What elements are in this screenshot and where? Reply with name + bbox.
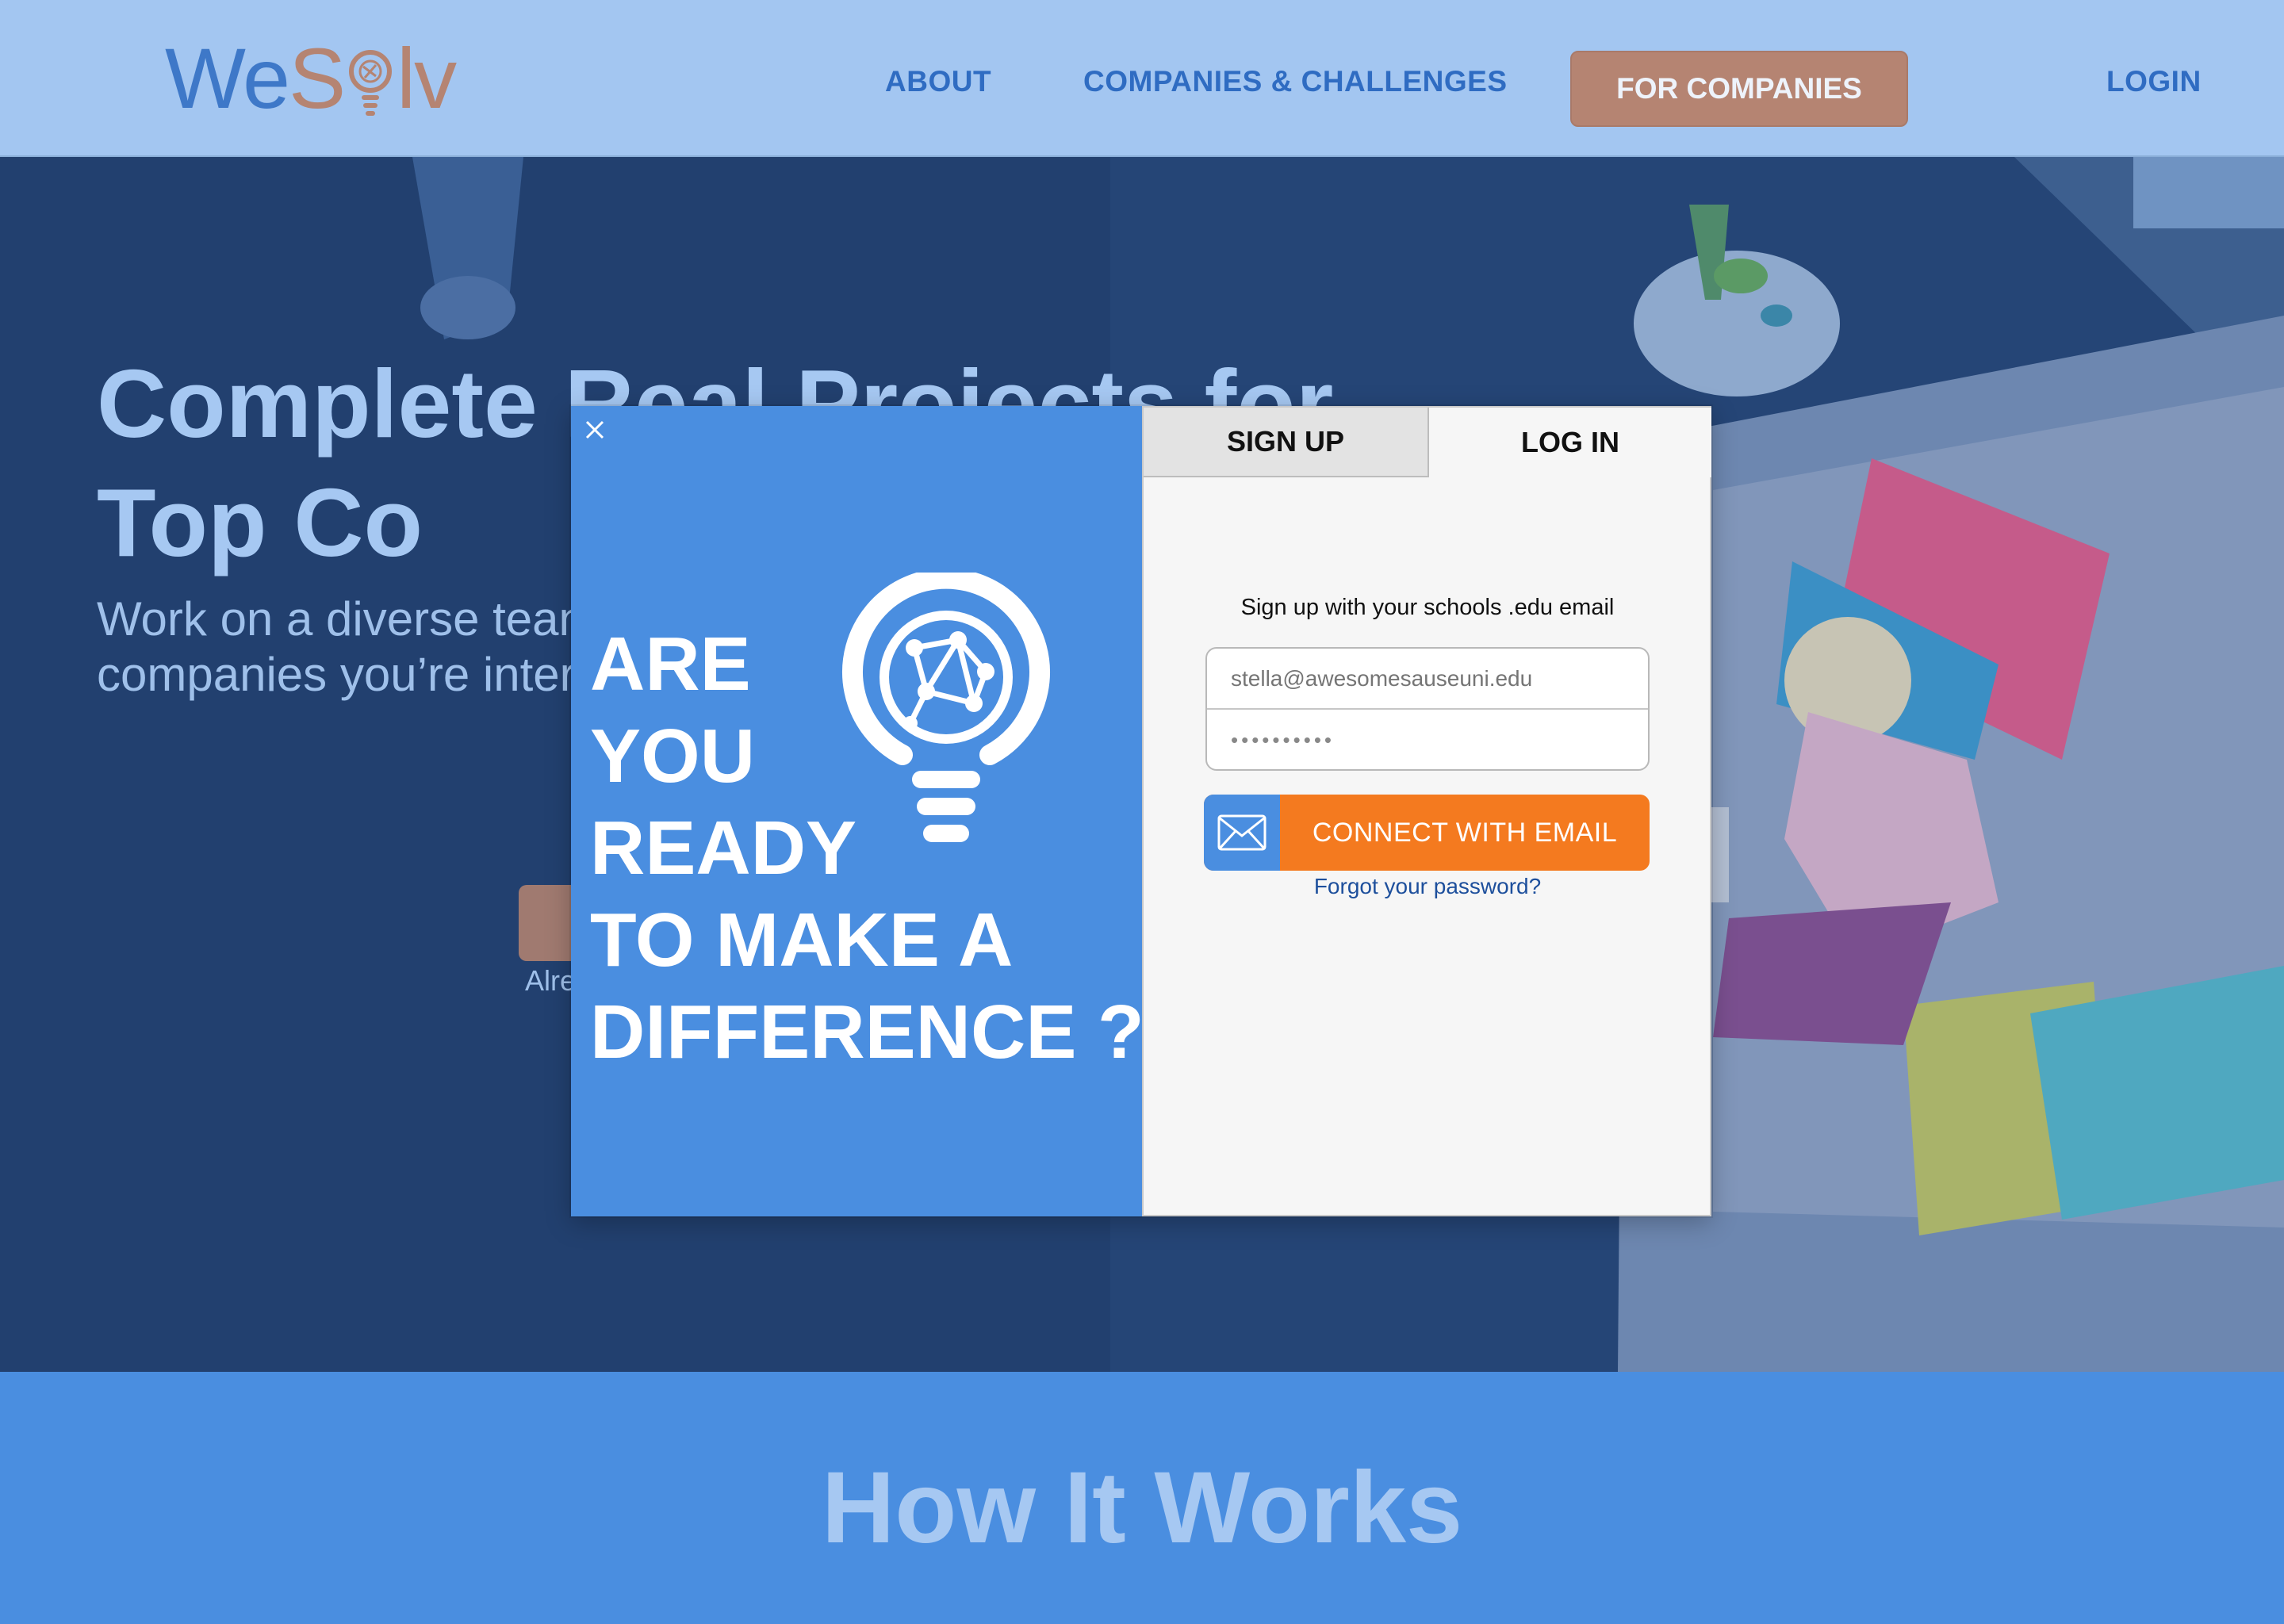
nav-about[interactable]: ABOUT — [885, 65, 991, 98]
connect-icon-box — [1204, 795, 1280, 871]
connect-with-email-label: CONNECT WITH EMAIL — [1312, 817, 1618, 848]
connect-with-email-button[interactable]: CONNECT WITH EMAIL — [1204, 795, 1650, 871]
credentials-field-group — [1205, 647, 1650, 771]
for-companies-button[interactable]: FOR COMPANIES — [1570, 51, 1908, 127]
tab-sign-up[interactable]: SIGN UP — [1144, 408, 1429, 477]
headline-line: TO MAKE A — [590, 898, 1014, 982]
logo-bulb-icon — [349, 50, 393, 116]
how-it-works-title: How It Works — [821, 1451, 1463, 1565]
email-field[interactable] — [1207, 649, 1648, 710]
hero-already-member-text: Alre — [525, 964, 577, 997]
logo-text-we: We — [165, 29, 290, 126]
forgot-password-link[interactable]: Forgot your password? — [1144, 874, 1711, 899]
logo-text-s: S — [289, 29, 346, 126]
envelope-icon — [1217, 814, 1267, 851]
how-it-works-section: How It Works — [0, 1372, 2284, 1624]
wesolv-logo[interactable]: We S lv — [165, 22, 457, 133]
auth-modal: ARE YOU READY TO MAKE A DIFFERENCE ? SIG… — [571, 406, 1711, 1216]
password-field[interactable] — [1207, 710, 1648, 769]
modal-promo-panel: ARE YOU READY TO MAKE A DIFFERENCE ? — [571, 406, 1144, 1216]
logo-text-lv: lv — [397, 29, 457, 126]
headline-line: DIFFERENCE ? — [590, 990, 1144, 1074]
nav-login[interactable]: LOGIN — [2106, 65, 2202, 98]
tab-log-in[interactable]: LOG IN — [1429, 408, 1711, 477]
top-navbar: We S lv ABOUT COMPANIES & CHALLENGES FOR… — [0, 0, 2284, 157]
close-icon[interactable] — [579, 414, 611, 446]
signup-hint-text: Sign up with your schools .edu email — [1240, 595, 1615, 620]
modal-form-panel: SIGN UP LOG IN Sign up with your schools… — [1142, 406, 1711, 1216]
lightbulb-network-icon — [842, 573, 1050, 842]
nav-companies-challenges[interactable]: COMPANIES & CHALLENGES — [1083, 65, 1508, 98]
